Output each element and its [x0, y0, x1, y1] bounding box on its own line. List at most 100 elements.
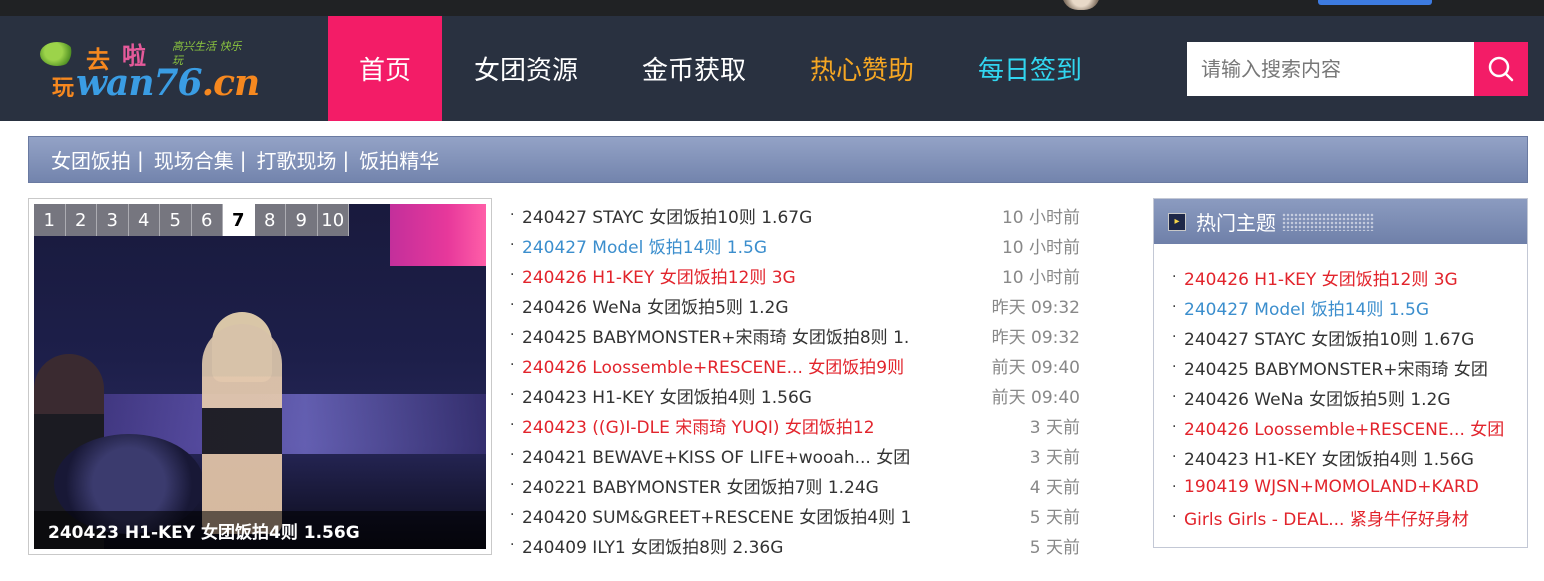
hot-topic-link[interactable]: 240425 BABYMONSTER+宋雨琦 女团 [1184, 355, 1488, 380]
slide-image[interactable] [34, 204, 486, 549]
bullet: · [510, 537, 515, 553]
list-item-time: 3 天前 [1029, 417, 1080, 438]
category-link[interactable]: 打歌现场 [257, 145, 337, 174]
slide-caption[interactable]: 240423 H1-KEY 女团饭拍4则 1.56G [34, 511, 486, 549]
stage-light [390, 204, 486, 266]
bullet: · [510, 387, 515, 403]
list-item-link[interactable]: 240423 H1-KEY 女团饭拍4则 1.56G [522, 383, 922, 408]
bullet: · [510, 417, 515, 433]
nav-checkin[interactable]: 每日签到 [946, 16, 1114, 121]
list-item-link[interactable]: 240420 SUM&GREET+RESCENE 女团饭拍4则 1 [522, 503, 922, 528]
hot-topic-link[interactable]: 190419 WJSN+MOMOLAND+KARD [1184, 477, 1479, 497]
bullet: · [1172, 419, 1177, 435]
bullet: · [510, 237, 515, 253]
bullet: · [1172, 509, 1177, 525]
category-separator: | [239, 147, 247, 172]
list-item-link[interactable]: 240426 WeNa 女团饭拍5则 1.2G [522, 293, 922, 318]
bullet: · [510, 447, 515, 463]
list-item-time: 3 天前 [1029, 447, 1080, 468]
hot-topic-link[interactable]: 240426 H1-KEY 女团饭拍12则 3G [1184, 265, 1458, 290]
list-item-time: 前天 09:40 [991, 387, 1080, 408]
bullet: · [1172, 449, 1177, 465]
pager-page[interactable]: 4 [128, 204, 160, 236]
latest-list: · 240427 STAYC 女团饭拍10则 1.67G 10 小时前 · 240427… [510, 200, 1080, 560]
list-item-link[interactable]: 240426 H1-KEY 女团饭拍12则 3G [522, 263, 922, 288]
bullet: · [510, 507, 515, 523]
pager-page[interactable]: 5 [160, 204, 192, 236]
pager-page-current[interactable]: 7 [223, 204, 255, 236]
list-item: · 240427 Model 饭拍14则 1.5G 10 小时前 [510, 230, 1080, 260]
list-item-link[interactable]: 240421 BEWAVE+KISS OF LIFE+wooah... 女团 [522, 443, 922, 468]
bullet: · [510, 297, 515, 313]
hot-topic-item: · 240427 STAYC 女团饭拍10则 1.67G [1172, 322, 1512, 352]
nav-coins[interactable]: 金币获取 [610, 16, 778, 121]
slider-pager: 1 2 3 4 5 6 7 8 9 10 [34, 204, 349, 236]
bullet: · [1172, 299, 1177, 315]
hot-topic-link[interactable]: 240426 Loossemble+RESCENE... 女团 [1184, 415, 1504, 440]
hot-topic-item: · 240426 H1-KEY 女团饭拍12则 3G [1172, 262, 1512, 292]
category-bar: 女团饭拍 | 现场合集 | 打歌现场 | 饭拍精华 [28, 136, 1528, 183]
list-item: · 240426 H1-KEY 女团饭拍12则 3G 10 小时前 [510, 260, 1080, 290]
hot-topics-panel: ▸ 热门主题 · 240426 H1-KEY 女团饭拍12则 3G · 240427 … [1153, 198, 1528, 548]
login-button[interactable] [1318, 0, 1432, 5]
nav-sponsor[interactable]: 热心赞助 [778, 16, 946, 121]
site-logo[interactable]: 去 啦 玩 wan76.cn 高兴生活 快乐玩 [36, 36, 260, 108]
list-item-link[interactable]: 240423 ((G)I-DLE 宋雨琦 YUQI) 女团饭拍12 [522, 413, 922, 438]
list-item-link[interactable]: 240221 BABYMONSTER 女团饭拍7则 1.24G [522, 473, 922, 498]
bullet: · [1172, 389, 1177, 405]
nav-groups[interactable]: 女团资源 [442, 16, 610, 121]
nav-label: 首页 [358, 56, 411, 86]
logo-wordmark: wan76.cn [76, 62, 260, 104]
pager-page[interactable]: 2 [65, 204, 97, 236]
bullet: · [1172, 269, 1177, 285]
bullet: · [510, 207, 515, 223]
bullet: · [1172, 479, 1177, 495]
list-item-time: 昨天 09:32 [991, 297, 1080, 318]
hot-topic-link[interactable]: 240427 Model 饭拍14则 1.5G [1184, 295, 1429, 320]
bullet: · [510, 357, 515, 373]
hot-topic-link[interactable]: 240423 H1-KEY 女团饭拍4则 1.56G [1184, 445, 1474, 470]
list-item-link[interactable]: 240427 STAYC 女团饭拍10则 1.67G [522, 203, 922, 228]
search-box [1187, 42, 1528, 96]
list-item-time: 5 天前 [1029, 537, 1080, 558]
hot-topic-link[interactable]: 240426 WeNa 女团饭拍5则 1.2G [1184, 385, 1451, 410]
pager-page[interactable]: 6 [191, 204, 223, 236]
pager-page[interactable]: 9 [286, 204, 318, 236]
user-avatar[interactable] [1062, 0, 1100, 10]
hot-topic-link[interactable]: 240427 STAYC 女团饭拍10则 1.67G [1184, 325, 1474, 350]
hot-topics-title: 热门主题 [1196, 211, 1276, 235]
nav-home[interactable]: 首页 [328, 16, 442, 121]
list-item-time: 10 小时前 [1001, 267, 1080, 288]
pager-page[interactable]: 8 [254, 204, 286, 236]
top-bar [0, 0, 1544, 16]
logo-mascot-icon [40, 42, 74, 66]
hot-topic-item: · 240426 WeNa 女团饭拍5则 1.2G [1172, 382, 1512, 412]
list-item: · 240420 SUM&GREET+RESCENE 女团饭拍4则 1 5 天前 [510, 500, 1080, 530]
search-icon [1488, 56, 1514, 82]
pager-page[interactable]: 3 [97, 204, 129, 236]
nav-label: 热心赞助 [809, 56, 914, 86]
category-link[interactable]: 女团饭拍 [51, 145, 131, 174]
search-input[interactable] [1187, 42, 1474, 96]
hot-topics-list: · 240426 H1-KEY 女团饭拍12则 3G · 240427 Model 饭… [1154, 244, 1527, 532]
bullet: · [1172, 329, 1177, 345]
list-item-link[interactable]: 240425 BABYMONSTER+宋雨琦 女团饭拍8则 1. [522, 323, 922, 348]
category-link[interactable]: 饭拍精华 [359, 145, 439, 174]
list-item: · 240221 BABYMONSTER 女团饭拍7则 1.24G 4 天前 [510, 470, 1080, 500]
list-item-link[interactable]: 240426 Loossemble+RESCENE... 女团饭拍9则 [522, 353, 922, 378]
list-item: · 240423 H1-KEY 女团饭拍4则 1.56G 前天 09:40 [510, 380, 1080, 410]
logo-tagline: 高兴生活 快乐玩 [172, 40, 242, 67]
list-item-time: 昨天 09:32 [991, 327, 1080, 348]
search-button[interactable] [1474, 42, 1528, 96]
pager-page[interactable]: 10 [317, 204, 349, 236]
list-item-link[interactable]: 240409 ILY1 女团饭拍8则 2.36G [522, 533, 922, 558]
list-item-link[interactable]: 240427 Model 饭拍14则 1.5G [522, 233, 922, 258]
nav-label: 女团资源 [473, 56, 578, 86]
category-separator: | [342, 147, 350, 172]
pager-page[interactable]: 1 [34, 204, 66, 236]
hot-topic-link[interactable]: Girls Girls - DEAL... 紧身牛仔好身材 [1184, 505, 1469, 530]
site-header: 去 啦 玩 wan76.cn 高兴生活 快乐玩 首页 女团资源 金币获取 热心赞… [0, 16, 1544, 121]
bullet: · [510, 267, 515, 283]
category-link[interactable]: 现场合集 [154, 145, 234, 174]
hot-topic-item: · 240426 Loossemble+RESCENE... 女团 [1172, 412, 1512, 442]
